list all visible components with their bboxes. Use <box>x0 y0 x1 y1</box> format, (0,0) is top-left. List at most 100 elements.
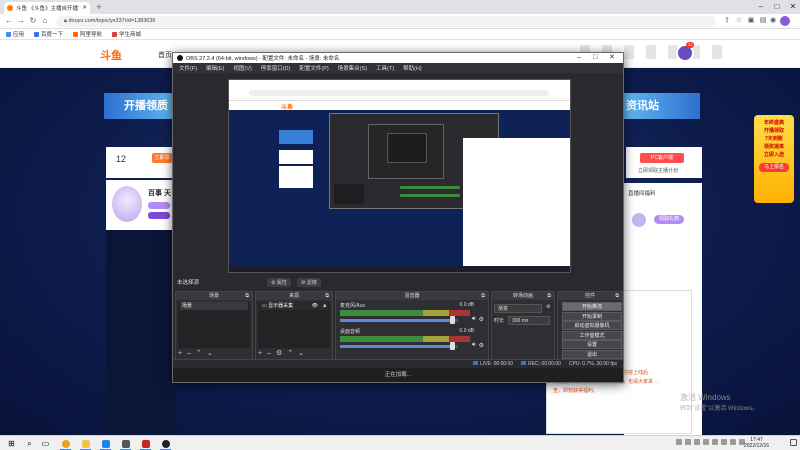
obs-minimize-button[interactable]: – <box>577 53 581 63</box>
minimize-button[interactable]: – <box>754 1 768 13</box>
properties-button[interactable]: ⚙ 属性 <box>267 278 291 287</box>
transition-settings-icon[interactable]: ⚙ <box>546 304 550 310</box>
add-scene-icon[interactable]: + <box>178 350 182 358</box>
download-icon[interactable] <box>624 45 634 59</box>
lock-source-icon[interactable]: 🔒︎ <box>323 302 326 310</box>
tray-up-icon[interactable] <box>676 439 682 445</box>
right-panel-button[interactable]: 领取礼物 <box>654 215 684 224</box>
move-up-icon[interactable]: ⌃ <box>196 350 202 358</box>
control-button[interactable]: 设置 <box>562 340 622 350</box>
douyu-logo[interactable]: 斗鱼 <box>100 47 122 63</box>
control-button[interactable]: 退出 <box>562 350 622 359</box>
bookmark-item[interactable]: 百度一下 <box>34 30 63 38</box>
volume-slider-handle[interactable] <box>450 342 455 350</box>
volume-slider[interactable] <box>340 345 458 348</box>
source-up-icon[interactable]: ⌃ <box>287 350 293 358</box>
obs-titlebar[interactable]: OBS 27.2.4 (64-bit, windows) - 配置文件: 未命名… <box>173 53 623 63</box>
floating-ad[interactable]: 年终盛典 开播领取 7天到账 领奖速来 立即入选 马上报名 <box>754 115 794 203</box>
bookmark-item[interactable]: 应用 <box>6 30 24 38</box>
search-icon[interactable]: ⌕ <box>24 438 35 449</box>
share-icon[interactable]: ⇪ <box>722 16 732 26</box>
obs-menu-item[interactable]: 停靠窗口(D) <box>261 64 291 72</box>
sidebar-icon[interactable]: ▤ <box>758 16 768 26</box>
controls-dock-close-icon[interactable]: ⧉ <box>615 292 619 300</box>
control-button[interactable]: 开始推流 <box>562 302 622 311</box>
obs-window[interactable]: OBS 27.2.4 (64-bit, windows) - 配置文件: 未命名… <box>172 52 624 383</box>
level-icon[interactable] <box>712 45 722 59</box>
obs-menu-item[interactable]: 编辑(E) <box>206 64 224 72</box>
remove-source-icon[interactable]: – <box>267 350 271 358</box>
filters-button[interactable]: ⚙ 滤镜 <box>296 278 321 287</box>
obs-preview[interactable]: 斗鱼 <box>228 79 571 273</box>
task-view-icon[interactable]: ▭ <box>40 438 51 449</box>
track-settings-icon[interactable]: ⚙ <box>479 316 484 323</box>
scene-item[interactable]: 场景 <box>180 302 248 310</box>
address-bar[interactable]: 🔒︎ douyu.com/topic/yx337rid=1383636 <box>56 16 716 27</box>
source-item[interactable]: ▭ 显示器采集 👁︎ 🔒︎ <box>260 302 328 310</box>
obs-menu-item[interactable]: 视图(V) <box>233 64 251 72</box>
obs-close-button[interactable]: ✕ <box>609 53 615 63</box>
streamer-follow-button[interactable] <box>148 212 170 219</box>
clock[interactable]: 17:47 2022/12/16 <box>744 437 769 449</box>
cloud-icon[interactable] <box>712 439 718 445</box>
ad-pill-button[interactable]: 马上报名 <box>759 163 789 172</box>
streamer-avatar[interactable] <box>112 186 142 222</box>
volume-slider-handle[interactable] <box>450 316 455 324</box>
transition-type-select[interactable]: 渐变 <box>494 304 542 313</box>
message-icon[interactable] <box>646 45 656 59</box>
taskbar-app1-icon[interactable] <box>120 438 131 449</box>
add-source-icon[interactable]: + <box>258 350 262 358</box>
home-link[interactable]: 首页 <box>158 50 172 60</box>
maximize-button[interactable]: □ <box>770 1 784 13</box>
profile-icon[interactable]: ◉ <box>768 16 778 26</box>
new-tab-button[interactable]: + <box>94 2 104 12</box>
obs-menu-item[interactable]: 场景集合(S) <box>338 64 367 72</box>
obs-maximize-button[interactable]: □ <box>593 53 597 63</box>
close-window-button[interactable]: ✕ <box>786 1 800 13</box>
move-down-icon[interactable]: ⌄ <box>207 350 213 358</box>
control-button[interactable]: 工作室模式 <box>562 330 622 340</box>
control-button[interactable]: 启动虚拟摄像机 <box>562 321 622 331</box>
track-settings-icon[interactable]: ⚙ <box>479 342 484 349</box>
speaker-tray-icon[interactable] <box>730 439 736 445</box>
obs-menu-item[interactable]: 文件(F) <box>179 64 197 72</box>
bookmark-star-icon[interactable]: ☆ <box>734 16 744 26</box>
taskbar-chrome-icon[interactable] <box>60 438 71 449</box>
forward-button[interactable]: → <box>16 16 26 26</box>
volume-icon[interactable] <box>694 439 700 445</box>
speaker-icon[interactable]: 🔊︎ <box>472 316 476 323</box>
obs-menu-item[interactable]: 配置文件(P) <box>299 64 328 72</box>
speaker-icon[interactable]: 🔊︎ <box>472 342 476 349</box>
mixer-dock-close-icon[interactable]: ⧉ <box>481 292 485 300</box>
taskbar-edge-icon[interactable] <box>100 438 111 449</box>
remove-scene-icon[interactable]: – <box>187 350 191 358</box>
obs-menu-item[interactable]: 帮助(H) <box>403 64 422 72</box>
taskbar-app2-icon[interactable] <box>140 438 151 449</box>
sources-dock-close-icon[interactable]: ⧉ <box>325 292 329 300</box>
obs-menu-item[interactable]: 工具(T) <box>376 64 394 72</box>
reload-button[interactable]: ↻ <box>28 16 38 26</box>
wifi-icon[interactable] <box>721 439 727 445</box>
scenes-dock-close-icon[interactable]: ⧉ <box>245 292 249 300</box>
bookmark-item[interactable]: 学生商城 <box>112 30 141 38</box>
duration-spinbox[interactable]: 300 ms <box>508 316 550 325</box>
home-button[interactable]: ⌂ <box>40 16 50 26</box>
extension-icon[interactable]: ▣ <box>746 16 756 26</box>
ime-icon[interactable] <box>703 439 709 445</box>
source-down-icon[interactable]: ⌄ <box>298 350 304 358</box>
taskbar-explorer-icon[interactable] <box>80 438 91 449</box>
volume-slider[interactable] <box>340 319 458 322</box>
pc-client-button[interactable]: PC客户端 <box>640 153 684 163</box>
bookmark-item[interactable]: 阿里导航 <box>73 30 102 38</box>
transitions-dock-close-icon[interactable]: ⧉ <box>547 292 551 300</box>
network-icon[interactable] <box>685 439 691 445</box>
taskbar-obs-icon[interactable] <box>160 438 171 449</box>
browser-tab[interactable]: 斗鱼 《斗鱼》主播自开播设置… ✕ <box>4 2 90 14</box>
left-card-button[interactable]: 立即领 <box>152 153 172 163</box>
visibility-eye-icon[interactable]: 👁︎ <box>312 302 318 310</box>
browser-avatar[interactable] <box>780 16 790 26</box>
source-settings-icon[interactable]: ⚙ <box>276 350 282 358</box>
control-button[interactable]: 开始录制 <box>562 311 622 321</box>
windows-start-icon[interactable]: ⊞ <box>6 438 17 449</box>
back-button[interactable]: ← <box>4 16 14 26</box>
